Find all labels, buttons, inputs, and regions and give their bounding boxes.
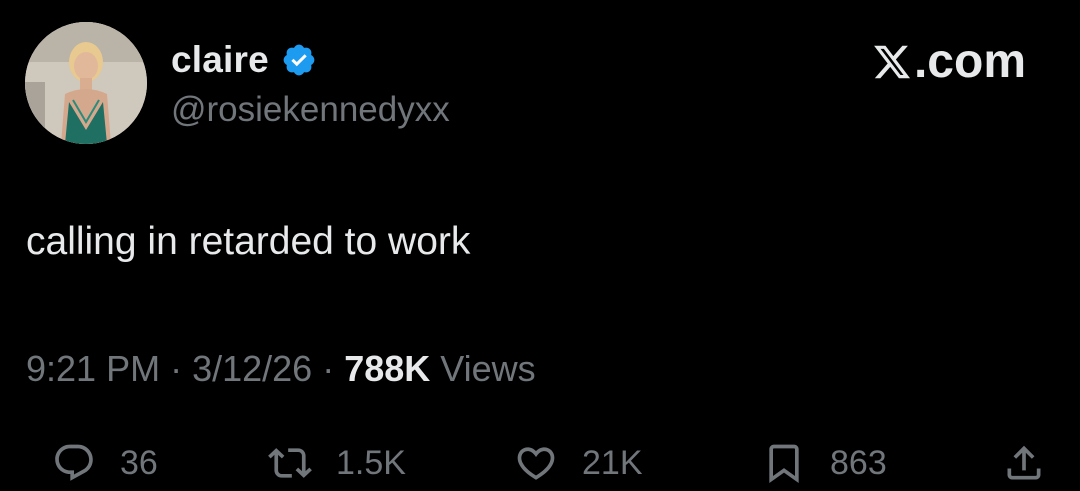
meta-separator: · xyxy=(170,348,183,389)
verified-badge-icon[interactable] xyxy=(281,42,317,78)
share-icon xyxy=(1002,441,1046,485)
views-label: Views xyxy=(440,348,536,389)
tweet-time[interactable]: 9:21 PM xyxy=(26,348,160,390)
heart-icon xyxy=(514,441,558,485)
display-name[interactable]: claire xyxy=(171,39,269,81)
x-logo-icon xyxy=(872,41,912,83)
repost-button[interactable]: 1.5K xyxy=(268,438,406,488)
author-handle[interactable]: @rosiekennedyxx xyxy=(171,90,450,130)
repost-icon xyxy=(268,441,312,485)
like-button[interactable]: 21K xyxy=(514,438,643,488)
author-name-row[interactable]: claire xyxy=(171,38,317,82)
meta-separator: · xyxy=(322,348,335,389)
repost-count: 1.5K xyxy=(336,443,406,482)
tweet-date[interactable]: 3/12/26 xyxy=(192,348,312,390)
bookmark-button[interactable]: 863 xyxy=(762,438,887,488)
brand-watermark: .com xyxy=(872,34,1026,89)
bookmark-icon xyxy=(762,441,806,485)
share-button[interactable] xyxy=(1002,438,1046,488)
tweet-text: calling in retarded to work xyxy=(26,220,471,263)
action-bar: 36 1.5K 21K 863 xyxy=(0,438,1080,488)
bookmark-count: 863 xyxy=(830,443,887,482)
reply-count: 36 xyxy=(120,443,158,482)
avatar-image xyxy=(25,22,147,144)
brand-domain: .com xyxy=(913,35,1026,88)
views-count[interactable]: 788K xyxy=(344,348,430,390)
tweet-meta: 9:21 PM · 3/12/26 · 788K Views xyxy=(26,348,536,390)
reply-button[interactable]: 36 xyxy=(52,438,158,488)
like-count: 21K xyxy=(582,443,643,482)
reply-icon xyxy=(52,441,96,485)
avatar[interactable] xyxy=(25,22,147,144)
